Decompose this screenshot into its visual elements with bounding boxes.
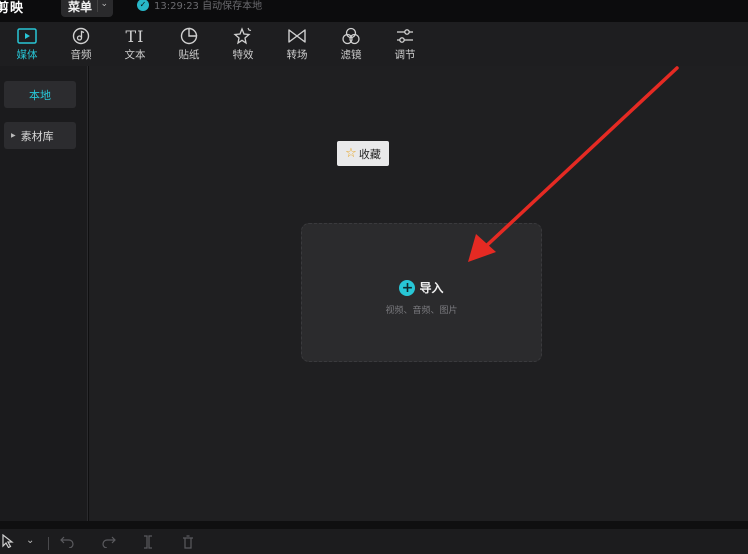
- star-icon: ☆: [345, 146, 357, 161]
- tab-sticker-label: 贴纸: [178, 49, 200, 61]
- redo-icon[interactable]: [102, 535, 116, 551]
- toolbar-separator: [48, 537, 49, 550]
- favorite-button[interactable]: ☆ 收藏: [337, 141, 389, 166]
- app-name: 剪映: [0, 1, 25, 16]
- app-logo: 剪映: [0, 0, 24, 16]
- title-bar: 剪映 菜单 ⌄ ✓ 13:29:23 自动保存本地: [0, 0, 748, 22]
- menu-label: 菜单: [68, 0, 93, 14]
- tab-adjust-label: 调节: [394, 49, 416, 61]
- sidebar-item-library-label: 素材库: [20, 129, 54, 143]
- menu-separator: [97, 0, 98, 12]
- panel-divider: [0, 521, 748, 529]
- tab-text-label: 文本: [124, 49, 146, 61]
- tab-audio[interactable]: 音频: [54, 22, 108, 66]
- import-hint: 视频、音频、图片: [385, 306, 458, 316]
- autosave-status: ✓ 13:29:23 自动保存本地: [137, 0, 262, 12]
- chevron-down-icon[interactable]: ⌄: [26, 535, 34, 546]
- effects-icon: [233, 26, 253, 46]
- adjust-icon: [395, 26, 415, 46]
- tab-text[interactable]: TI 文本: [108, 22, 162, 66]
- sidebar-item-local[interactable]: 本地: [4, 81, 76, 108]
- tab-filter[interactable]: 滤镜: [324, 22, 378, 66]
- check-icon: ✓: [137, 0, 149, 11]
- tab-sticker[interactable]: 贴纸: [162, 22, 216, 66]
- delete-icon[interactable]: [182, 535, 194, 552]
- media-panel: ☆ 收藏 + 导入 视频、音频、图片: [89, 66, 748, 521]
- select-cursor-icon[interactable]: [2, 533, 14, 551]
- media-sidebar: 本地 ▶ 素材库: [0, 66, 88, 521]
- sidebar-item-local-label: 本地: [29, 88, 51, 102]
- tab-audio-label: 音频: [70, 49, 92, 61]
- audio-icon: [72, 26, 90, 46]
- tab-effects-label: 特效: [232, 49, 254, 61]
- tab-adjust[interactable]: 调节: [378, 22, 432, 66]
- sidebar-item-library[interactable]: ▶ 素材库: [4, 122, 76, 149]
- plus-icon: +: [399, 279, 416, 296]
- split-icon[interactable]: [142, 535, 154, 552]
- transition-icon: [287, 26, 307, 46]
- tab-transition-label: 转场: [286, 49, 308, 61]
- media-icon: [17, 26, 37, 46]
- chevron-down-icon: ⌄: [100, 0, 108, 9]
- import-button[interactable]: + 导入: [302, 279, 541, 296]
- tab-effects[interactable]: 特效: [216, 22, 270, 66]
- caret-right-icon: ▶: [11, 132, 16, 139]
- tab-filter-label: 滤镜: [340, 49, 362, 61]
- import-label: 导入: [419, 281, 444, 295]
- autosave-text: 13:29:23 自动保存本地: [154, 1, 263, 12]
- main-toolbar: 媒体 音频 TI 文本 贴纸 特效 转场 滤镜 调节: [0, 22, 748, 66]
- tab-media[interactable]: 媒体: [0, 22, 54, 66]
- sticker-icon: [180, 26, 198, 46]
- import-dropzone[interactable]: + 导入 视频、音频、图片: [301, 223, 542, 362]
- tab-transition[interactable]: 转场: [270, 22, 324, 66]
- favorite-label: 收藏: [358, 147, 381, 161]
- filter-icon: [341, 26, 361, 46]
- undo-icon[interactable]: [60, 535, 74, 551]
- text-icon: TI: [125, 26, 145, 46]
- menu-button[interactable]: 菜单 ⌄: [61, 0, 113, 17]
- tab-media-label: 媒体: [16, 49, 38, 61]
- timeline-toolbar: ⌄: [0, 529, 748, 554]
